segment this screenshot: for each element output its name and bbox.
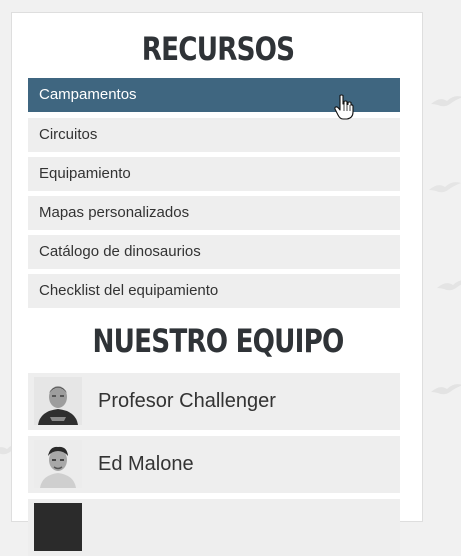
- team-member-name: Profesor Challenger: [98, 390, 276, 412]
- sidebar-panel: RECURSOS Campamentos Circuitos Equipamie…: [11, 12, 423, 556]
- team-member-challenger[interactable]: Profesor Challenger: [28, 373, 400, 430]
- resource-item-checklist[interactable]: Checklist del equipamiento: [28, 274, 400, 308]
- resource-item-mapas[interactable]: Mapas personalizados: [28, 196, 400, 230]
- bird-silhouette-icon: [431, 96, 461, 107]
- hand-pointer-icon: [334, 94, 354, 120]
- resource-item-equipamiento[interactable]: Equipamiento: [28, 157, 400, 191]
- bird-silhouette-icon: [429, 182, 461, 193]
- resource-item-circuitos[interactable]: Circuitos: [28, 118, 400, 152]
- resource-item-catalogo[interactable]: Catálogo de dinosaurios: [28, 235, 400, 269]
- team-member-name: Ed Malone: [98, 453, 194, 475]
- avatar: [34, 503, 82, 551]
- bird-silhouette-icon: [431, 384, 461, 395]
- avatar: [34, 440, 82, 488]
- resources-title: RECURSOS: [141, 30, 295, 68]
- team-member-partial[interactable]: [28, 499, 400, 556]
- team-member-malone[interactable]: Ed Malone: [28, 436, 400, 493]
- team-title: NUESTRO EQUIPO: [92, 322, 345, 360]
- avatar: [34, 377, 82, 425]
- bird-silhouette-icon: [437, 280, 461, 291]
